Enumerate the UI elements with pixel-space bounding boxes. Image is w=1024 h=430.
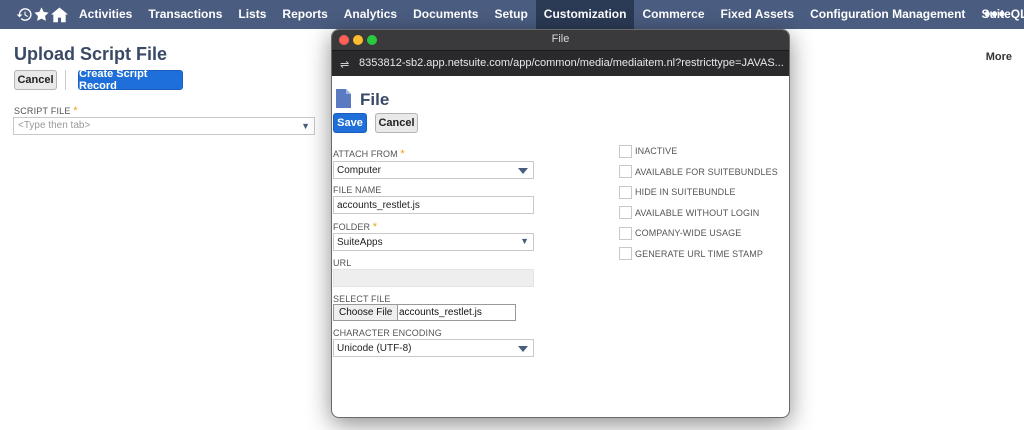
popup-cancel-button[interactable]: Cancel	[375, 113, 418, 133]
nav-item-commerce[interactable]: Commerce	[634, 0, 712, 29]
window-title: File	[551, 33, 570, 45]
file-name-input[interactable]: accounts_restlet.js	[333, 196, 534, 214]
double-chevron-down-icon[interactable]: ▼	[520, 236, 529, 246]
nav-item-configuration-management[interactable]: Configuration Management	[802, 0, 973, 29]
select-file-label: SELECT FILE	[333, 294, 391, 304]
checkbox[interactable]	[619, 226, 632, 240]
nav-item-customization[interactable]: Customization	[535, 0, 635, 29]
checkbox[interactable]	[619, 144, 632, 158]
cancel-button[interactable]: Cancel	[14, 70, 57, 90]
character-encoding-select[interactable]: Unicode (UTF-8)	[333, 339, 534, 357]
script-file-label: SCRIPT FILE *	[14, 105, 78, 117]
nav-item-setup[interactable]: Setup	[486, 0, 535, 29]
attach-from-select[interactable]: Computer	[333, 161, 534, 179]
checkbox-row-available-without-login[interactable]: AVAILABLE WITHOUT LOGIN	[619, 206, 759, 220]
checkbox-label: COMPANY-WIDE USAGE	[635, 228, 742, 238]
dropdown-arrow-icon[interactable]	[518, 346, 528, 352]
nav-item-documents[interactable]: Documents	[405, 0, 486, 29]
checkbox-label: GENERATE URL TIME STAMP	[635, 248, 763, 259]
star-icon[interactable]	[33, 0, 50, 29]
checkbox-label: AVAILABLE FOR SUITEBUNDLES	[635, 166, 778, 177]
nav-item-activities[interactable]: Activities	[71, 0, 140, 29]
nav-item-fixed-assets[interactable]: Fixed Assets	[713, 0, 803, 29]
checkbox-row-inactive[interactable]: INACTIVE	[619, 144, 677, 158]
recent-history-icon[interactable]	[16, 0, 33, 29]
checkbox[interactable]	[619, 165, 632, 178]
window-titlebar: File	[332, 30, 789, 50]
checkbox-row-available-for-suitebundles[interactable]: AVAILABLE FOR SUITEBUNDLES	[619, 165, 778, 179]
checkbox-label: INACTIVE	[635, 146, 678, 156]
checkbox[interactable]	[619, 185, 632, 199]
script-file-input[interactable]: <Type then tab> ▼	[13, 117, 315, 135]
nav-item-reports[interactable]: Reports	[274, 0, 335, 29]
save-button[interactable]: Save	[333, 113, 367, 133]
file-icon	[336, 89, 351, 113]
nav-item-lists[interactable]: Lists	[230, 0, 274, 29]
file-name-label: FILE NAME	[333, 185, 382, 195]
folder-select[interactable]: SuiteApps ▼	[333, 233, 534, 251]
file-popup-window: File ⇌ 8353812-sb2.app.netsuite.com/app/…	[331, 29, 790, 418]
button-divider	[65, 70, 66, 90]
checkbox[interactable]	[619, 247, 632, 260]
chosen-file-name: accounts_restlet.js	[399, 307, 482, 318]
checkbox-row-company-wide-usage[interactable]: COMPANY-WIDE USAGE	[619, 226, 741, 240]
nav-item-analytics[interactable]: Analytics	[336, 0, 405, 29]
checkbox-label: HIDE IN SUITEBUNDLE	[635, 187, 736, 197]
checkbox-row-generate-url-time-stamp[interactable]: GENERATE URL TIME STAMP	[619, 247, 763, 261]
character-encoding-label: CHARACTER ENCODING	[333, 328, 442, 338]
checkbox[interactable]	[619, 206, 632, 219]
checkbox-label: AVAILABLE WITHOUT LOGIN	[635, 207, 760, 218]
more-link[interactable]: More	[986, 51, 1012, 63]
nav-item-transactions[interactable]: Transactions	[140, 0, 230, 29]
url-text[interactable]: 8353812-sb2.app.netsuite.com/app/common/…	[359, 57, 784, 69]
chevron-down-icon[interactable]: ▼	[301, 121, 310, 131]
top-nav: Activities Transactions Lists Reports Analyt…	[0, 0, 1024, 29]
url-label: URL	[333, 258, 352, 268]
dropdown-arrow-icon[interactable]	[518, 168, 528, 174]
file-chooser[interactable]: Choose File accounts_restlet.js	[333, 304, 516, 321]
folder-label: FOLDER *	[333, 221, 378, 233]
attach-from-label: ATTACH FROM *	[333, 148, 405, 160]
create-script-record-button[interactable]: Create Script Record	[78, 68, 183, 92]
url-bar[interactable]: ⇌ 8353812-sb2.app.netsuite.com/app/commo…	[332, 50, 789, 76]
nav-menu: Activities Transactions Lists Reports Analyt…	[71, 0, 1024, 29]
home-icon[interactable]	[50, 0, 69, 29]
choose-file-button[interactable]: Choose File	[334, 305, 399, 320]
site-settings-icon[interactable]: ⇌	[340, 58, 349, 71]
nav-more-icon[interactable]: •••	[984, 4, 1006, 25]
page-title: Upload Script File	[14, 44, 168, 64]
url-field	[333, 269, 534, 287]
popup-title: File	[360, 90, 390, 109]
checkbox-row-hide-in-suitebundle[interactable]: HIDE IN SUITEBUNDLE	[619, 185, 735, 199]
